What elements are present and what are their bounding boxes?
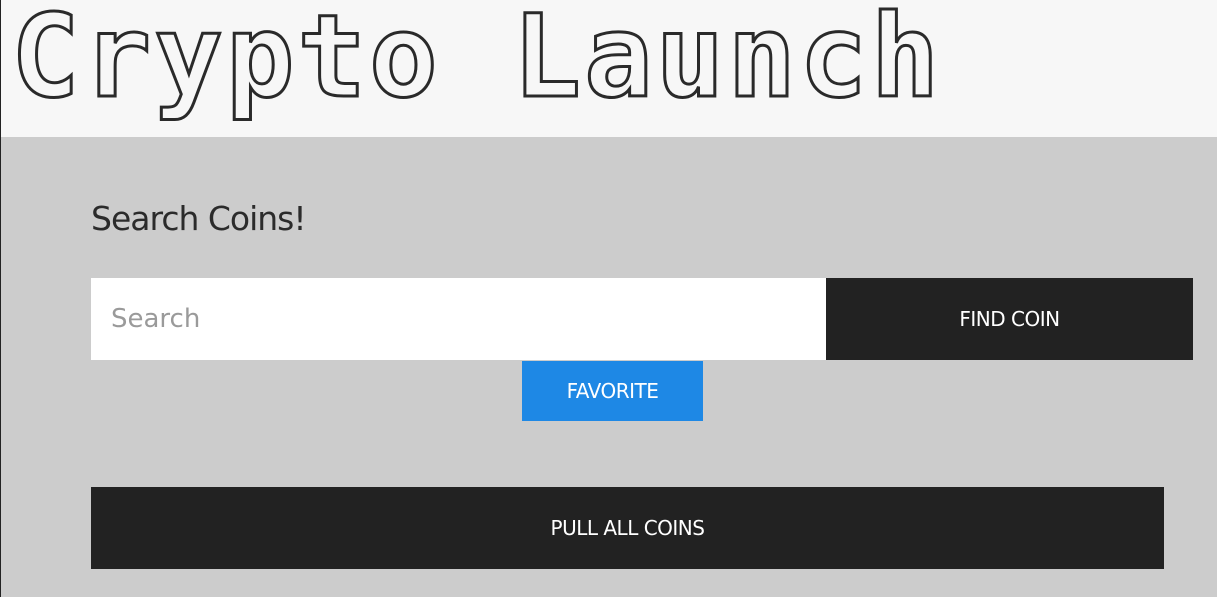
pull-all-coins-button[interactable]: PULL ALL COINS — [91, 487, 1164, 569]
search-heading: Search Coins! — [91, 199, 307, 238]
app-logo-title: Crypto Launch — [9, 0, 943, 123]
search-input[interactable] — [91, 278, 826, 360]
favorite-button[interactable]: FAVORITE — [522, 361, 703, 421]
app-header: Crypto Launch — [0, 0, 1217, 137]
search-section: Search Coins! FIND COIN FAVORITE PULL AL… — [0, 137, 1217, 597]
find-coin-button[interactable]: FIND COIN — [826, 278, 1193, 360]
